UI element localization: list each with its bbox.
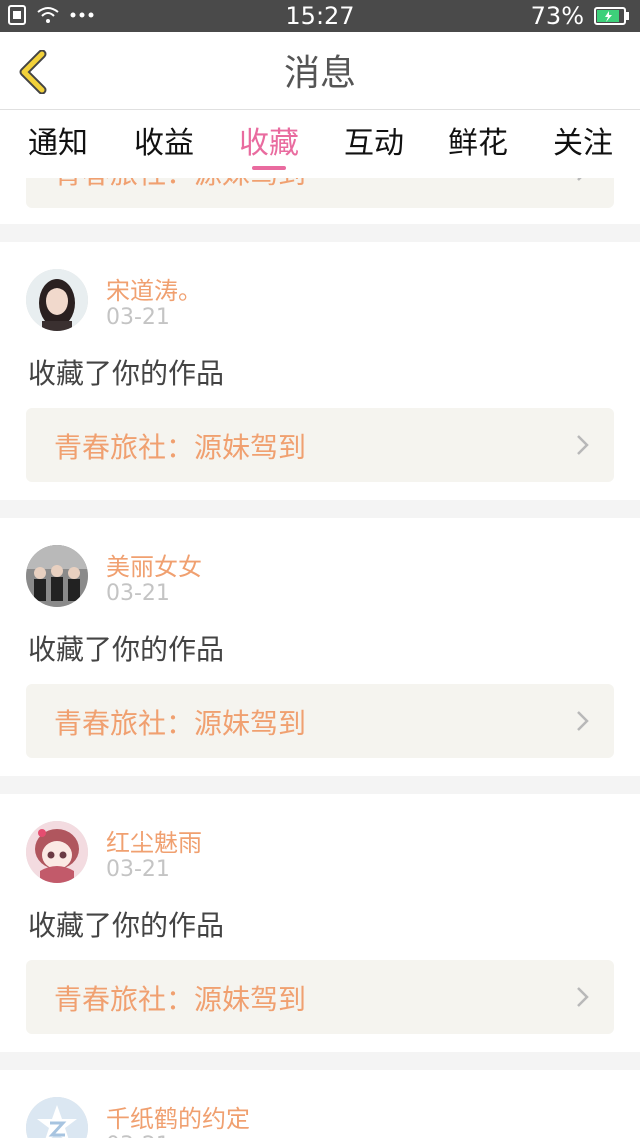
action-text: 收藏了你的作品 <box>28 357 225 390</box>
active-tab-indicator <box>252 166 286 170</box>
user-avatar-image <box>26 269 88 331</box>
chevron-right-icon <box>577 435 589 455</box>
tab-interactions[interactable]: 互动 <box>338 118 410 178</box>
message-card: 美丽女女 03-21 收藏了你的作品 青春旅社：源妹驾到 <box>0 518 640 776</box>
timestamp: 03-21 <box>106 305 170 330</box>
action-text: 收藏了你的作品 <box>28 633 225 666</box>
work-link[interactable]: 青春旅社：源妹驾到 <box>26 684 614 758</box>
chevron-right-icon <box>577 178 582 181</box>
username[interactable]: 红尘魅雨 <box>106 823 202 858</box>
message-card: 千纸鹤的约定 03-21 <box>0 1070 640 1138</box>
battery-icon <box>594 7 629 25</box>
user-avatar-image <box>26 545 88 607</box>
tab-earnings[interactable]: 收益 <box>128 118 200 178</box>
chevron-right-icon <box>577 711 589 731</box>
work-title: 青春旅社：源妹驾到 <box>54 431 307 464</box>
avatar[interactable] <box>26 545 88 607</box>
timestamp: 03-21 <box>106 1133 170 1138</box>
work-link[interactable]: 青春旅社：源妹驾到 <box>26 408 614 482</box>
action-text: 收藏了你的作品 <box>28 909 225 942</box>
work-link[interactable]: 青春旅社：源妹驾到 <box>26 960 614 1034</box>
battery-percent: 73% <box>530 2 584 30</box>
timestamp: 03-21 <box>106 581 170 606</box>
username[interactable]: 千纸鹤的约定 <box>106 1099 250 1134</box>
work-title: 青春旅社：源妹驾到 <box>54 707 307 740</box>
tab-follows[interactable]: 关注 <box>547 118 619 178</box>
username[interactable]: 宋道涛。 <box>106 271 202 306</box>
message-card: 宋道涛。 03-21 收藏了你的作品 青春旅社：源妹驾到 <box>0 242 640 500</box>
tab-bar: 通知 收益 收藏 互动 鲜花 关注 <box>0 110 640 178</box>
tab-flowers[interactable]: 鲜花 <box>442 118 514 178</box>
username[interactable]: 美丽女女 <box>106 547 202 582</box>
avatar[interactable] <box>26 269 88 331</box>
message-card-partial: 青春旅社：源妹驾到 <box>0 178 640 224</box>
app-header: 消息 <box>0 32 640 110</box>
timestamp: 03-21 <box>106 857 170 882</box>
work-title: 青春旅社：源妹驾到 <box>54 178 306 192</box>
chevron-right-icon <box>577 987 589 1007</box>
avatar[interactable] <box>26 821 88 883</box>
user-avatar-image <box>26 821 88 883</box>
page-title: 消息 <box>283 53 356 94</box>
message-card: 红尘魅雨 03-21 收藏了你的作品 青春旅社：源妹驾到 <box>0 794 640 1052</box>
tab-notifications[interactable]: 通知 <box>22 118 94 178</box>
user-avatar-image <box>26 1097 88 1138</box>
work-title: 青春旅社：源妹驾到 <box>54 983 307 1016</box>
work-link[interactable]: 青春旅社：源妹驾到 <box>26 178 614 208</box>
avatar[interactable] <box>26 1097 88 1138</box>
favorites-feed: 青春旅社：源妹驾到 宋道涛。 03-21 收藏了你的作品 青春旅社：源妹驾到 <box>0 178 640 1138</box>
status-bar: 15:27 73% <box>0 0 640 32</box>
